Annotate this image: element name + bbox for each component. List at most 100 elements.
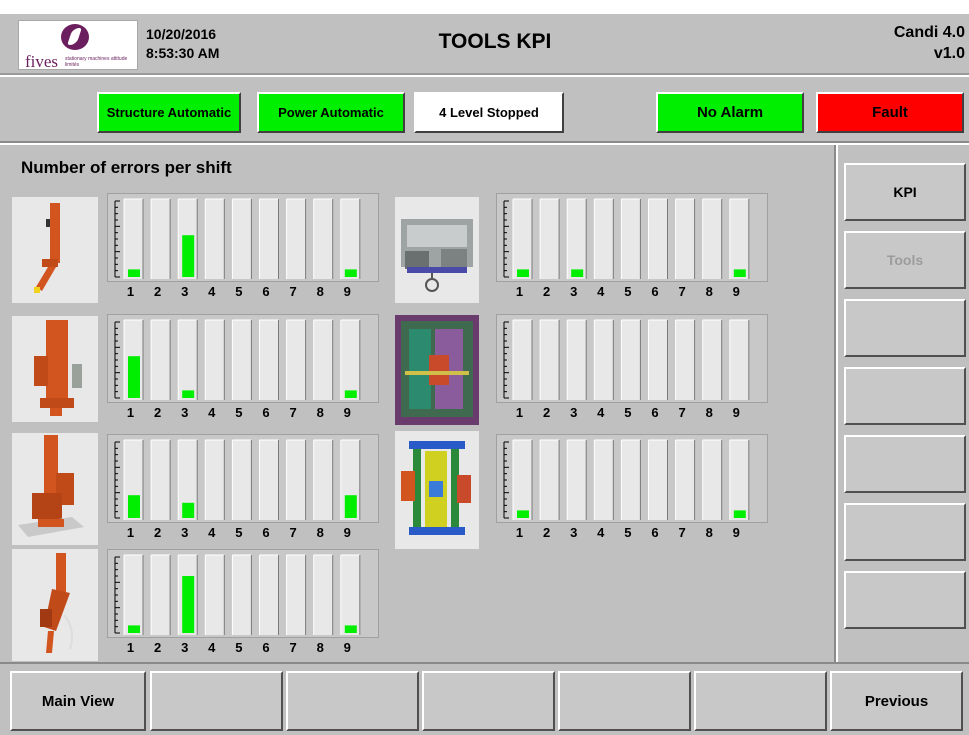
- error-bar: [344, 390, 357, 398]
- chart-x-label: 5: [235, 525, 242, 540]
- bottom-button-2[interactable]: [150, 671, 283, 731]
- bottom-button-3[interactable]: [286, 671, 419, 731]
- bar-slot: [702, 199, 722, 279]
- errors-chart-tool-2: 1 2 3 4 5 6 7 8 9: [107, 314, 379, 422]
- bar-slot: [594, 199, 614, 279]
- bottom-bar: Main View Previous: [0, 662, 969, 735]
- tool-2-image: [12, 316, 98, 422]
- date-display: 10/20/2016: [146, 26, 217, 42]
- chart-x-label: 3: [570, 525, 577, 540]
- error-bar: [128, 625, 140, 633]
- bottom-button-4[interactable]: [422, 671, 555, 731]
- error-bar: [128, 269, 140, 277]
- power-automatic-button[interactable]: Power Automatic: [257, 92, 405, 133]
- structure-automatic-button[interactable]: Structure Automatic: [97, 92, 241, 133]
- chart-x-label: 9: [344, 405, 351, 420]
- bar-slot: [205, 320, 225, 400]
- bar-slot: [232, 199, 252, 279]
- bar-slot: [259, 199, 279, 279]
- chart-x-label: 2: [154, 640, 161, 655]
- logo-text: fives: [25, 52, 59, 71]
- bar-slot: [151, 199, 171, 279]
- bar-slot: [313, 199, 333, 279]
- tools-button[interactable]: Tools: [844, 231, 966, 289]
- chart-x-label: 8: [317, 525, 324, 540]
- chart-x-label: 8: [317, 640, 324, 655]
- chart-x-label: 9: [733, 405, 740, 420]
- bar-slot: [729, 199, 749, 279]
- bar-slot: [621, 320, 641, 400]
- chart-x-label: 2: [543, 405, 550, 420]
- bar-slot: [675, 199, 695, 279]
- bottom-button-5[interactable]: [558, 671, 691, 731]
- kpi-panel: Number of errors per shift 1 2 3 4 5 6 7…: [0, 145, 836, 662]
- chart-x-label: 5: [235, 284, 242, 299]
- fault-status-button[interactable]: Fault: [816, 92, 964, 133]
- error-bar: [733, 269, 746, 277]
- chart-x-label: 6: [262, 284, 269, 299]
- bar-slot: [286, 199, 306, 279]
- chart-x-label: 7: [678, 405, 685, 420]
- previous-button[interactable]: Previous: [830, 671, 963, 731]
- errors-chart-tool-7: 1 2 3 4 5 6 7 8 9: [496, 434, 768, 542]
- bar-slot: [340, 555, 360, 635]
- chart-x-label: 9: [733, 525, 740, 540]
- chart-x-label: 7: [289, 525, 296, 540]
- errors-chart-tool-3: 1 2 3 4 5 6 7 8 9: [107, 434, 379, 542]
- kpi-button[interactable]: KPI: [844, 163, 966, 221]
- chart-x-label: 2: [154, 405, 161, 420]
- menu-button-3[interactable]: [844, 299, 966, 357]
- chart-x-label: 4: [208, 405, 216, 420]
- bar-slot: [702, 320, 722, 400]
- chart-x-label: 8: [317, 284, 324, 299]
- chart-x-label: 6: [651, 284, 658, 299]
- bar-slot: [729, 440, 749, 520]
- chart-x-label: 6: [651, 525, 658, 540]
- bar-slot: [286, 440, 306, 520]
- bar-slot: [259, 320, 279, 400]
- chart-x-label: 7: [289, 640, 296, 655]
- app-version: v1.0: [933, 45, 965, 62]
- bar-slot: [729, 320, 749, 400]
- bar-slot: [540, 440, 560, 520]
- bottom-button-6[interactable]: [694, 671, 827, 731]
- bar-slot: [648, 320, 668, 400]
- chart-x-label: 8: [706, 525, 713, 540]
- chart-x-label: 1: [127, 525, 134, 540]
- bar-slot: [232, 320, 252, 400]
- menu-button-7[interactable]: [844, 571, 966, 629]
- chart-x-label: 5: [624, 525, 631, 540]
- bar-slot: [232, 555, 252, 635]
- chart-x-label: 4: [597, 525, 605, 540]
- bar-slot: [648, 199, 668, 279]
- chart-x-label: 6: [262, 525, 269, 540]
- chart-x-label: 7: [678, 525, 685, 540]
- bar-slot: [621, 440, 641, 520]
- app-name: Candi 4.0: [893, 24, 965, 41]
- level-status-button[interactable]: 4 Level Stopped: [414, 92, 564, 133]
- bar-slot: [648, 440, 668, 520]
- bar-slot: [259, 555, 279, 635]
- bar-slot: [513, 320, 532, 400]
- menu-button-6[interactable]: [844, 503, 966, 561]
- bar-slot: [205, 199, 225, 279]
- chart-x-label: 2: [543, 525, 550, 540]
- bar-slot: [540, 320, 560, 400]
- chart-x-label: 1: [127, 640, 134, 655]
- chart-x-label: 1: [516, 525, 523, 540]
- menu-button-5[interactable]: [844, 435, 966, 493]
- bar-slot: [594, 440, 614, 520]
- menu-button-4[interactable]: [844, 367, 966, 425]
- status-bar: Structure Automatic Power Automatic 4 Le…: [0, 77, 969, 143]
- chart-x-label: 8: [706, 405, 713, 420]
- main-view-button[interactable]: Main View: [10, 671, 146, 731]
- errors-chart-tool-5: 1 2 3 4 5 6 7 8 9: [496, 193, 768, 301]
- bar-slot: [513, 440, 532, 520]
- tool-5-image: [395, 197, 479, 303]
- errors-chart-tool-4: 1 2 3 4 5 6 7 8 9: [107, 549, 379, 657]
- alarm-status-button[interactable]: No Alarm: [656, 92, 804, 133]
- tool-4-image: [12, 549, 98, 661]
- page-title: TOOLS KPI: [438, 30, 552, 53]
- bar-slot: [702, 440, 722, 520]
- bar-slot: [259, 440, 279, 520]
